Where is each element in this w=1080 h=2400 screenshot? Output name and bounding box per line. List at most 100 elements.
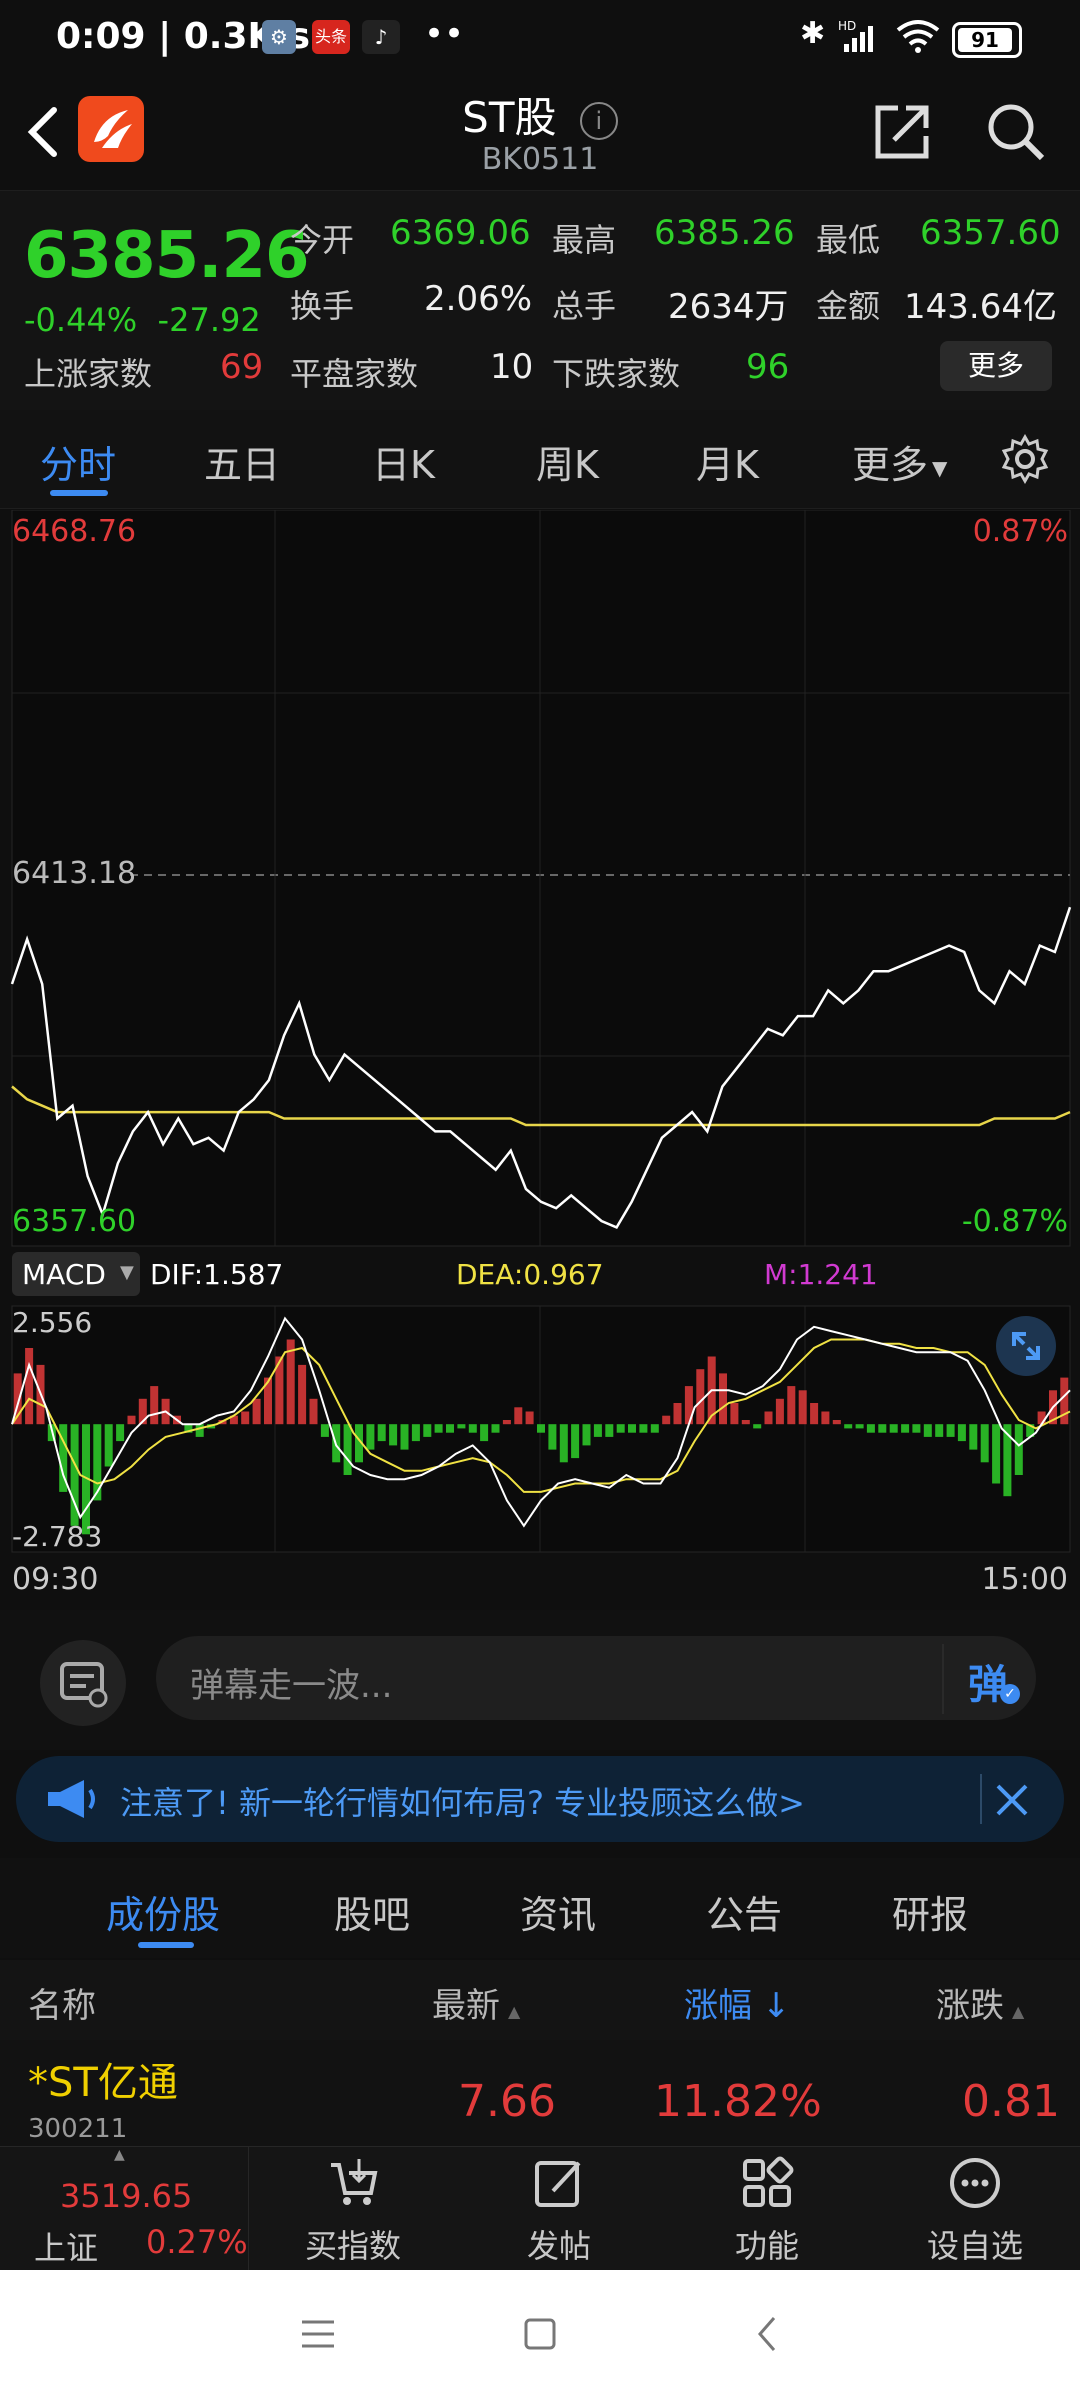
x-axis-end-label: 15:00	[981, 1562, 1068, 1597]
tab-weekly-k[interactable]: 周K	[536, 434, 599, 489]
flat-count-value: 10	[490, 347, 534, 387]
wifi-icon	[896, 20, 940, 53]
macd-histogram-bar	[969, 1424, 978, 1450]
fullscreen-expand-icon[interactable]	[996, 1316, 1056, 1376]
index-name: 上证	[34, 2229, 99, 2267]
settings-app-icon: ⚙	[262, 20, 296, 54]
tab-news[interactable]: 资讯	[520, 1884, 596, 1939]
macd-histogram-bar	[662, 1415, 671, 1425]
m-value: M:1.241	[764, 1258, 878, 1291]
tab-forum[interactable]: 股吧	[334, 1884, 410, 1939]
macd-histogram-bar	[866, 1424, 875, 1433]
hd-signal-icon: HD	[838, 19, 873, 52]
dropdown-arrow-icon: ▼	[120, 1262, 134, 1283]
macd-histogram-bar	[628, 1424, 636, 1433]
add-watchlist-button[interactable]: 设自选	[900, 2155, 1050, 2267]
tab-announcements[interactable]: 公告	[706, 1884, 782, 1939]
function-button[interactable]: 功能	[692, 2155, 842, 2267]
tab-research[interactable]: 研报	[892, 1884, 968, 1939]
post-label: 发帖	[526, 2227, 591, 2265]
toutiao-app-icon: 头条	[312, 20, 350, 54]
more-dots-icon: ••	[424, 14, 465, 54]
status-bar: 0:09 | 0.3K/s ⚙ 头条 ♪ •• ✱ HD 91	[0, 0, 1080, 78]
current-price: 6385.26	[24, 219, 309, 293]
intraday-chart[interactable]: 6468.76 0.87% 6413.18 6357.60 -0.87% MAC…	[0, 509, 1080, 1610]
quote-panel: 6385.26 -0.44% -27.92 今开 6369.06 最高 6385…	[0, 190, 1080, 412]
macd-histogram-bar	[593, 1424, 602, 1437]
back-icon[interactable]	[752, 2314, 782, 2354]
buy-index-button[interactable]: 买指数	[278, 2155, 428, 2267]
share-icon[interactable]	[872, 102, 932, 162]
macd-histogram-bar	[150, 1386, 159, 1425]
macd-histogram-bar	[127, 1415, 136, 1425]
search-icon[interactable]	[984, 100, 1048, 164]
macd-histogram-bar	[878, 1424, 887, 1433]
battery-icon: 91	[952, 22, 1022, 58]
info-icon[interactable]: i	[579, 101, 618, 140]
macd-histogram-bar	[1060, 1377, 1069, 1425]
macd-selector-label: MACD	[22, 1258, 106, 1291]
macd-top-label: 2.556	[12, 1306, 93, 1339]
danmu-list-icon[interactable]	[40, 1640, 126, 1726]
macd-histogram-bar	[844, 1424, 853, 1429]
danmu-send-button[interactable]: 弹 ✓	[942, 1644, 1024, 1714]
macd-histogram-bar	[889, 1424, 898, 1433]
macd-histogram-bar	[548, 1424, 557, 1450]
macd-histogram-bar	[491, 1424, 500, 1433]
notice-text[interactable]: 注意了! 新一轮行情如何布局? 专业投顾这么做>	[120, 1778, 805, 1824]
table-row[interactable]: *ST亿通 300211 7.66 11.82% 0.81	[0, 2040, 1080, 2146]
open-value: 6369.06	[390, 213, 531, 253]
macd-histogram-bar	[923, 1424, 932, 1437]
content-tabs: 成份股 股吧 资讯 公告 研报	[0, 1858, 1080, 1958]
macd-histogram-bar	[901, 1424, 910, 1433]
macd-histogram-bar	[719, 1373, 727, 1425]
home-icon[interactable]	[522, 2316, 558, 2352]
close-icon[interactable]	[988, 1776, 1036, 1824]
add-watchlist-label: 设自选	[926, 2227, 1023, 2265]
post-button[interactable]: 发帖	[484, 2155, 634, 2267]
macd-selector[interactable]: MACD ▼	[12, 1252, 140, 1296]
tab-monthly-k[interactable]: 月K	[696, 434, 759, 489]
bottom-bar: 3519.65 上证 0.27% ▲ 买指数 发帖 功能 设自选	[0, 2146, 1080, 2271]
macd-histogram-bar	[855, 1424, 864, 1429]
svg-text:HD: HD	[838, 19, 856, 33]
tab-five-day[interactable]: 五日	[204, 434, 280, 489]
column-header-change-pct[interactable]: 涨幅 ↓	[684, 1978, 791, 2027]
macd-histogram-bar	[946, 1424, 955, 1437]
macd-histogram-bar	[343, 1424, 352, 1475]
danmu-send-label: 弹	[968, 1662, 1008, 1708]
column-header-change[interactable]: 涨跌 ▲	[936, 1978, 1024, 2027]
change-header-label: 涨跌	[936, 1986, 1004, 2026]
notice-banner[interactable]: 注意了! 新一轮行情如何布局? 专业投顾这么做>	[16, 1756, 1064, 1842]
active-tab-indicator	[50, 490, 108, 496]
menu-icon[interactable]	[300, 2316, 336, 2352]
danmu-input-placeholder: 弹幕走一波...	[190, 1666, 393, 1706]
intraday-chart-svg	[10, 509, 1072, 1553]
stock-latest: 7.66	[458, 2076, 556, 2127]
bluetooth-icon: ✱	[800, 16, 826, 51]
turnover-label: 换手	[290, 287, 355, 325]
chart-settings-gear-icon[interactable]	[1000, 434, 1050, 484]
macd-histogram-bar	[25, 1348, 34, 1425]
price-change: -0.44% -27.92	[24, 301, 261, 339]
amount-label: 金额	[816, 287, 881, 325]
macd-histogram-bar	[992, 1424, 1001, 1484]
sort-icon: ▲	[1012, 2002, 1025, 2021]
more-button[interactable]: 更多	[940, 341, 1052, 391]
expand-up-icon: ▲	[114, 2147, 125, 2163]
tab-intraday[interactable]: 分时	[40, 434, 116, 489]
price-chart-frame	[11, 509, 1071, 1247]
index-ticker[interactable]: 3519.65 上证 0.27% ▲	[0, 2147, 249, 2271]
macd-histogram-bar	[582, 1424, 591, 1446]
macd-histogram-bar	[514, 1407, 523, 1425]
edit-post-icon	[535, 2161, 581, 2207]
buy-index-label: 买指数	[304, 2227, 401, 2265]
macd-histogram-bar	[605, 1424, 614, 1437]
tab-constituents[interactable]: 成份股	[106, 1884, 220, 1939]
column-header-latest[interactable]: 最新 ▲	[432, 1978, 520, 2027]
tab-more[interactable]: 更多 ▼	[852, 434, 947, 489]
stock-code: 300211	[28, 2114, 128, 2144]
macd-histogram-bar	[559, 1424, 568, 1463]
system-nav-bar	[0, 2270, 1080, 2400]
tab-daily-k[interactable]: 日K	[372, 434, 435, 489]
